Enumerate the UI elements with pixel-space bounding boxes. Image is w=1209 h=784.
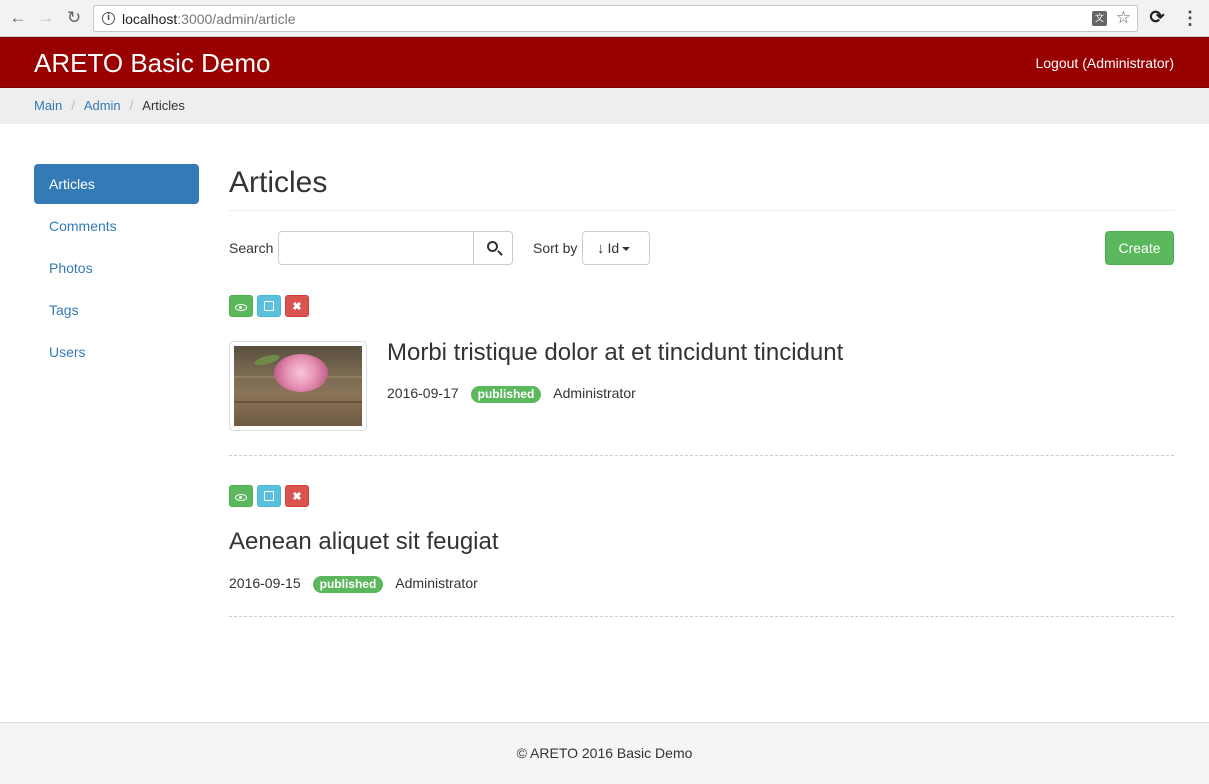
page-title: Articles	[229, 164, 1174, 211]
sort-label: Sort by	[533, 240, 578, 256]
article-title[interactable]: Morbi tristique dolor at et tincidunt ti…	[387, 339, 843, 367]
breadcrumb: Main / Admin / Articles	[0, 88, 1209, 124]
sidebar-item-articles[interactable]: Articles	[34, 164, 199, 204]
sidebar-item-tags[interactable]: Tags	[34, 290, 199, 330]
sort-value: Id	[607, 240, 620, 256]
translate-icon[interactable]: 文	[1092, 11, 1107, 26]
search-button[interactable]	[473, 231, 513, 265]
article-meta: 2016-09-17 published Administrator	[387, 384, 636, 403]
article-author: Administrator	[553, 385, 636, 401]
view-button[interactable]	[229, 295, 253, 317]
breadcrumb-main[interactable]: Main	[34, 98, 62, 113]
article-date: 2016-09-15	[229, 575, 301, 591]
edit-icon	[264, 301, 274, 311]
page-footer: © ARETO 2016 Basic Demo	[0, 722, 1209, 784]
edit-icon	[264, 491, 274, 501]
status-badge: published	[312, 576, 384, 593]
sidebar-item-users[interactable]: Users	[34, 332, 199, 372]
browser-toolbar: ← → ↻ i localhost:3000/admin/article 文 ☆…	[0, 0, 1209, 37]
logout-link[interactable]: Logout (Administrator)	[1035, 54, 1174, 72]
sidebar-item-comments[interactable]: Comments	[34, 206, 199, 246]
view-button[interactable]	[229, 485, 253, 507]
article-date: 2016-09-17	[387, 385, 459, 401]
address-url: localhost:3000/admin/article	[122, 11, 296, 27]
sidebar-nav: Articles Comments Photos Tags Users	[34, 164, 199, 374]
caret-down-icon	[622, 247, 631, 252]
search-input[interactable]	[278, 231, 474, 265]
create-button[interactable]: Create	[1105, 231, 1174, 265]
search-label: Search	[229, 240, 274, 256]
article-meta: 2016-09-15 published Administrator	[229, 574, 478, 593]
breadcrumb-current: Articles	[142, 98, 185, 113]
back-button[interactable]: ←	[8, 8, 28, 28]
main-content: Articles Search Sort by ↓ Id Create ✖ Mor…	[229, 164, 1174, 617]
reload-button[interactable]: ↻	[64, 8, 84, 28]
delete-button[interactable]: ✖	[285, 295, 309, 317]
eye-icon	[235, 494, 247, 501]
edit-button[interactable]	[257, 295, 281, 317]
list-toolbar: Search Sort by ↓ Id Create	[229, 231, 1174, 265]
eye-icon	[235, 304, 247, 311]
delete-button[interactable]: ✖	[285, 485, 309, 507]
sort-dropdown[interactable]: ↓ Id	[582, 231, 650, 265]
browser-menu-icon[interactable]: ⋮	[1181, 8, 1199, 28]
rose-image	[234, 346, 362, 426]
forward-button[interactable]: →	[36, 8, 56, 28]
site-navbar: ARETO Basic Demo Logout (Administrator)	[0, 37, 1209, 88]
edit-button[interactable]	[257, 485, 281, 507]
close-icon: ✖	[292, 491, 302, 503]
article-item: ✖ Morbi tristique dolor at et tincidunt …	[229, 295, 1174, 456]
sidebar-item-photos[interactable]: Photos	[34, 248, 199, 288]
article-title[interactable]: Aenean aliquet sit feugiat	[229, 528, 499, 556]
article-thumbnail[interactable]	[229, 341, 367, 431]
close-icon: ✖	[292, 301, 302, 313]
breadcrumb-admin[interactable]: Admin	[84, 98, 121, 113]
article-author: Administrator	[395, 575, 478, 591]
brand-link[interactable]: ARETO Basic Demo	[34, 48, 270, 78]
address-bar[interactable]: i localhost:3000/admin/article 文 ☆	[93, 5, 1138, 32]
extension-icon[interactable]: ⟳	[1148, 8, 1166, 26]
bookmark-star-icon[interactable]: ☆	[1116, 8, 1131, 28]
info-icon[interactable]: i	[102, 12, 115, 25]
status-badge: published	[470, 386, 542, 403]
search-icon	[487, 241, 498, 252]
arrow-down-icon: ↓	[597, 240, 605, 257]
article-item: ✖ Aenean aliquet sit feugiat 2016-09-15 p…	[229, 485, 1174, 617]
